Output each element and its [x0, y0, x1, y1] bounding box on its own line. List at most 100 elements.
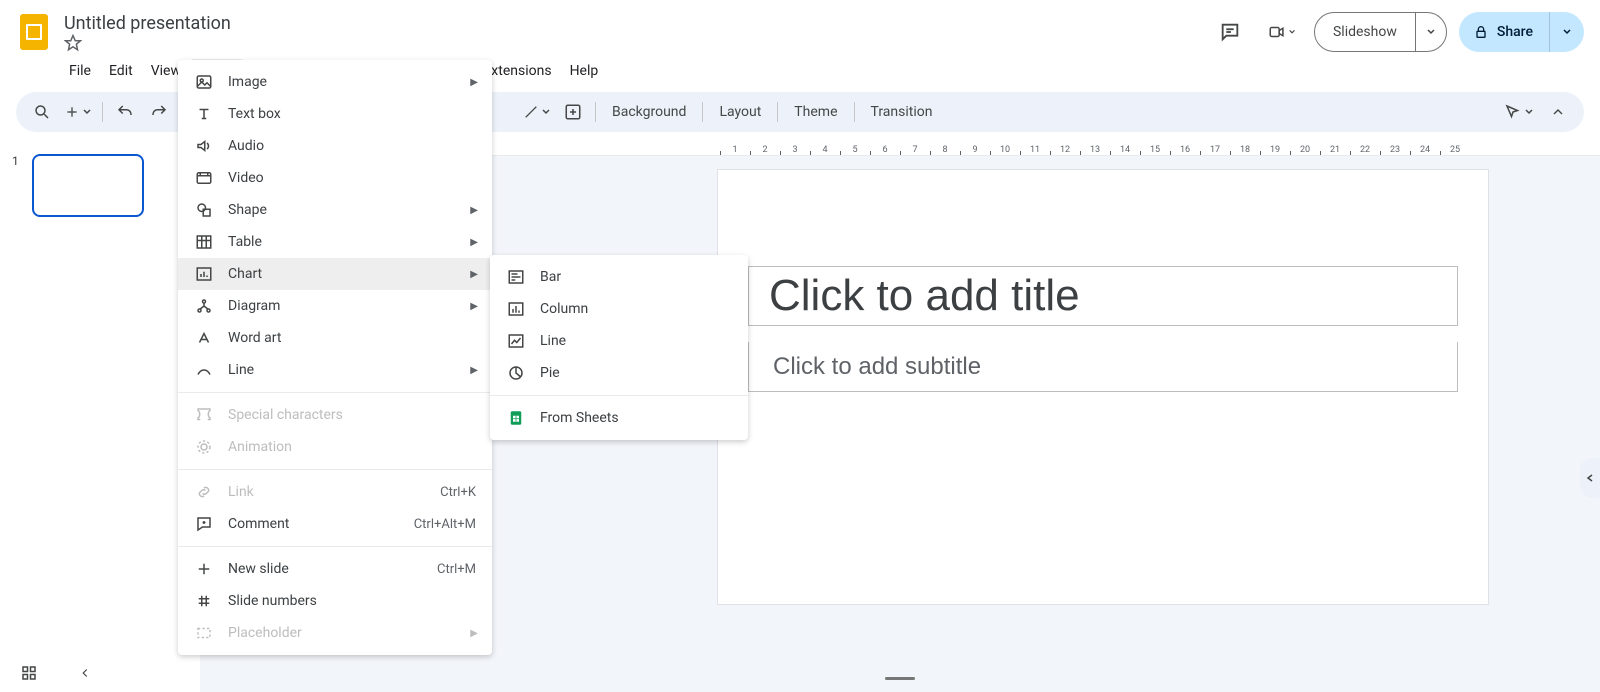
lock-icon: [1473, 24, 1489, 40]
insert-new-slide-label: New slide: [228, 561, 437, 577]
speaker-notes-handle[interactable]: [885, 677, 915, 680]
insert-shape-label: Shape: [228, 202, 476, 218]
slideshow-button[interactable]: Slideshow: [1314, 12, 1447, 52]
star-icon[interactable]: [64, 34, 1210, 52]
insert-video[interactable]: Video: [178, 162, 492, 194]
mode-switcher-icon[interactable]: [1500, 96, 1538, 128]
insert-new-slide[interactable]: New slide Ctrl+M: [178, 553, 492, 585]
insert-slide-numbers-label: Slide numbers: [228, 593, 476, 609]
ruler-tick: 6: [870, 145, 900, 155]
chart-pie-label: Pie: [540, 365, 732, 381]
chart-pie[interactable]: Pie: [490, 357, 748, 389]
bar-chart-icon: [506, 267, 526, 287]
insert-comment[interactable]: Comment Ctrl+Alt+M: [178, 508, 492, 540]
ruler-tick: 3: [780, 145, 810, 155]
slideshow-label[interactable]: Slideshow: [1315, 13, 1416, 51]
chart-bar[interactable]: Bar: [490, 261, 748, 293]
link-shortcut: Ctrl+K: [440, 485, 476, 500]
menu-separator: [178, 469, 492, 470]
toolbar-separator: [777, 102, 778, 122]
chart-column[interactable]: Column: [490, 293, 748, 325]
title-placeholder[interactable]: Click to add title: [748, 266, 1458, 326]
ruler-tick: 2: [750, 145, 780, 155]
insert-image-label: Image: [228, 74, 476, 90]
insert-word-art[interactable]: Word art: [178, 322, 492, 354]
thumbnail-preview[interactable]: [32, 154, 144, 217]
chart-from-sheets[interactable]: From Sheets: [490, 402, 748, 434]
ruler-tick: 17: [1200, 145, 1230, 155]
insert-chart-label: Chart: [228, 266, 476, 282]
audio-icon: [194, 136, 214, 156]
slides-logo[interactable]: [16, 14, 52, 50]
ruler-tick: 1: [720, 145, 750, 155]
ruler-tick: 24: [1410, 145, 1440, 155]
insert-audio[interactable]: Audio: [178, 130, 492, 162]
insert-animation: Animation: [178, 431, 492, 463]
plus-icon: [194, 559, 214, 579]
insert-audio-label: Audio: [228, 138, 476, 154]
insert-slide-numbers[interactable]: Slide numbers: [178, 585, 492, 617]
share-button[interactable]: Share: [1459, 12, 1584, 52]
submenu-arrow-icon: ▶: [470, 269, 478, 280]
slideshow-dropdown-icon[interactable]: [1416, 13, 1446, 51]
line-tool-icon[interactable]: [519, 96, 555, 128]
insert-text-box[interactable]: Text box: [178, 98, 492, 130]
chart-column-label: Column: [540, 301, 732, 317]
slide-canvas[interactable]: Click to add title Click to add subtitle: [718, 170, 1488, 604]
insert-shape[interactable]: Shape ▶: [178, 194, 492, 226]
insert-diagram[interactable]: Diagram ▶: [178, 290, 492, 322]
toolbar-separator: [102, 102, 103, 122]
ruler-tick: 21: [1320, 145, 1350, 155]
title-placeholder-text: Click to add title: [769, 271, 1080, 321]
theme-button[interactable]: Theme: [784, 96, 847, 128]
search-menus-icon[interactable]: [26, 96, 58, 128]
video-icon: [194, 168, 214, 188]
undo-icon[interactable]: [109, 96, 141, 128]
insert-table[interactable]: Table ▶: [178, 226, 492, 258]
toolbar-separator: [854, 102, 855, 122]
insert-chart[interactable]: Chart ▶: [178, 258, 492, 290]
insert-line-label: Line: [228, 362, 476, 378]
sheets-icon: [506, 408, 526, 428]
background-button[interactable]: Background: [602, 96, 696, 128]
chart-icon: [194, 264, 214, 284]
line-icon: [194, 360, 214, 380]
meet-icon[interactable]: [1262, 12, 1302, 52]
menu-edit[interactable]: Edit: [100, 59, 142, 83]
link-icon: [194, 482, 214, 502]
column-chart-icon: [506, 299, 526, 319]
share-dropdown-icon[interactable]: [1549, 12, 1584, 52]
comment-shortcut: Ctrl+Alt+M: [414, 517, 476, 532]
add-comment-icon[interactable]: [557, 96, 589, 128]
layout-button[interactable]: Layout: [709, 96, 771, 128]
menu-file[interactable]: File: [60, 59, 100, 83]
new-slide-tool[interactable]: [60, 96, 96, 128]
ruler-tick: 13: [1080, 145, 1110, 155]
transition-button[interactable]: Transition: [861, 96, 943, 128]
share-label: Share: [1497, 24, 1533, 40]
menu-help[interactable]: Help: [561, 59, 608, 83]
redo-icon[interactable]: [143, 96, 175, 128]
collapse-panel-icon[interactable]: [78, 666, 92, 680]
insert-placeholder-label: Placeholder: [228, 625, 476, 641]
slide-thumbnail-1[interactable]: 1: [12, 154, 188, 217]
chart-bar-label: Bar: [540, 269, 732, 285]
ruler-tick: 11: [1020, 145, 1050, 155]
pie-chart-icon: [506, 363, 526, 383]
insert-line[interactable]: Line ▶: [178, 354, 492, 386]
insert-image[interactable]: Image ▶: [178, 66, 492, 98]
chart-line[interactable]: Line: [490, 325, 748, 357]
insert-animation-label: Animation: [228, 439, 476, 455]
menu-separator: [178, 546, 492, 547]
collapse-toolbar-icon[interactable]: [1542, 96, 1574, 128]
word-art-icon: [194, 328, 214, 348]
doc-title[interactable]: Untitled presentation: [64, 13, 231, 34]
ruler-tick: 4: [810, 145, 840, 155]
comment-history-icon[interactable]: [1210, 12, 1250, 52]
submenu-arrow-icon: ▶: [470, 628, 478, 639]
explore-tab-icon[interactable]: [1580, 458, 1600, 498]
placeholder-icon: [194, 623, 214, 643]
insert-table-label: Table: [228, 234, 476, 250]
subtitle-placeholder[interactable]: Click to add subtitle: [748, 342, 1458, 392]
grid-view-icon[interactable]: [20, 664, 38, 682]
